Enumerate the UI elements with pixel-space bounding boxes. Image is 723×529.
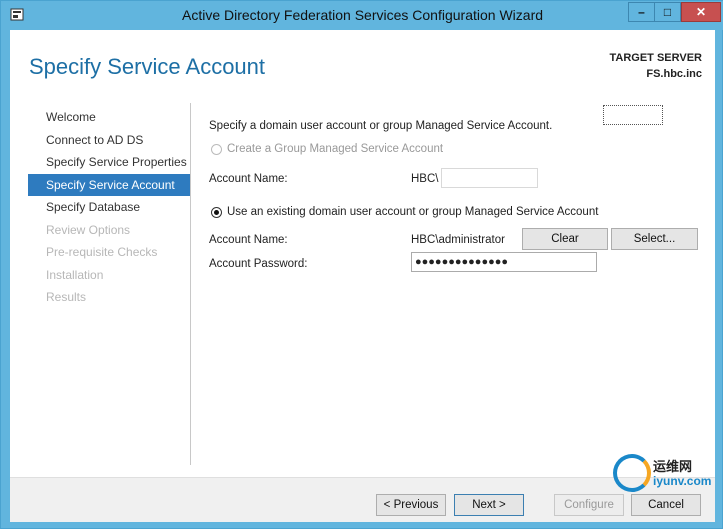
existing-account-name-value: HBC\administrator: [411, 234, 505, 246]
window-title: Active Directory Federation Services Con…: [181, 7, 544, 23]
close-icon: ✕: [695, 5, 707, 19]
nav-item-welcome[interactable]: Welcome: [28, 106, 190, 129]
target-server-label: TARGET SERVER: [609, 52, 703, 64]
cancel-button[interactable]: Cancel: [631, 494, 701, 516]
nav-divider: [190, 103, 191, 465]
existing-account-name-label: Account Name:: [209, 234, 288, 246]
nav-item-results: Results: [46, 290, 87, 304]
gmsa-radio: [211, 144, 222, 155]
target-server-value: FS.hbc.inc: [646, 68, 702, 80]
existing-account-radio[interactable]: [211, 207, 222, 218]
maximize-button[interactable]: □: [655, 2, 681, 22]
configure-button: Configure: [554, 494, 624, 516]
clear-button[interactable]: Clear: [522, 228, 608, 250]
gmsa-account-name-label: Account Name:: [209, 173, 288, 185]
gmsa-radio-label: Create a Group Managed Service Account: [227, 143, 444, 155]
gmsa-domain-prefix: HBC\: [411, 173, 439, 185]
previous-button[interactable]: < Previous: [376, 494, 446, 516]
close-button[interactable]: ✕: [681, 2, 721, 22]
minimize-button[interactable]: –: [628, 2, 655, 22]
maximize-icon: □: [663, 5, 672, 19]
next-button[interactable]: Next >: [454, 494, 524, 516]
account-password-input[interactable]: ●●●●●●●●●●●●●●: [411, 252, 597, 272]
focus-rectangle: [603, 105, 663, 125]
gmsa-account-name-input: [441, 168, 538, 188]
title-bar[interactable]: Active Directory Federation Services Con…: [1, 1, 723, 30]
wizard-window: Active Directory Federation Services Con…: [0, 0, 723, 529]
nav-item-prerequisite-checks: Pre-requisite Checks: [46, 245, 158, 259]
nav-item-specify-service-properties[interactable]: Specify Service Properties: [28, 151, 190, 174]
watermark-logo-icon: [613, 454, 651, 492]
wizard-footer: < Previous Next > Configure Cancel: [10, 477, 715, 522]
nav-item-installation: Installation: [46, 267, 104, 282]
watermark-line1: 运维网: [653, 459, 693, 474]
nav-item-connect-to-ad-ds[interactable]: Connect to AD DS: [28, 129, 190, 152]
account-password-label: Account Password:: [209, 258, 308, 270]
wizard-client-area: Specify Service Account TARGET SERVER FS…: [10, 30, 715, 522]
existing-account-radio-label[interactable]: Use an existing domain user account or g…: [227, 206, 598, 218]
site-watermark: 运维网 iyunv.com: [613, 454, 712, 494]
wizard-nav: Welcome Connect to AD DS Specify Service…: [28, 106, 190, 309]
nav-item-review-options: Review Options: [46, 222, 131, 237]
select-button[interactable]: Select...: [611, 228, 698, 250]
nav-item-specify-service-account[interactable]: Specify Service Account: [28, 173, 190, 196]
intro-text: Specify a domain user account or group M…: [209, 120, 553, 132]
minimize-icon: –: [638, 5, 645, 19]
watermark-line2: iyunv.com: [653, 474, 712, 488]
page-title: Specify Service Account: [29, 54, 266, 79]
nav-item-specify-database[interactable]: Specify Database: [28, 196, 190, 219]
